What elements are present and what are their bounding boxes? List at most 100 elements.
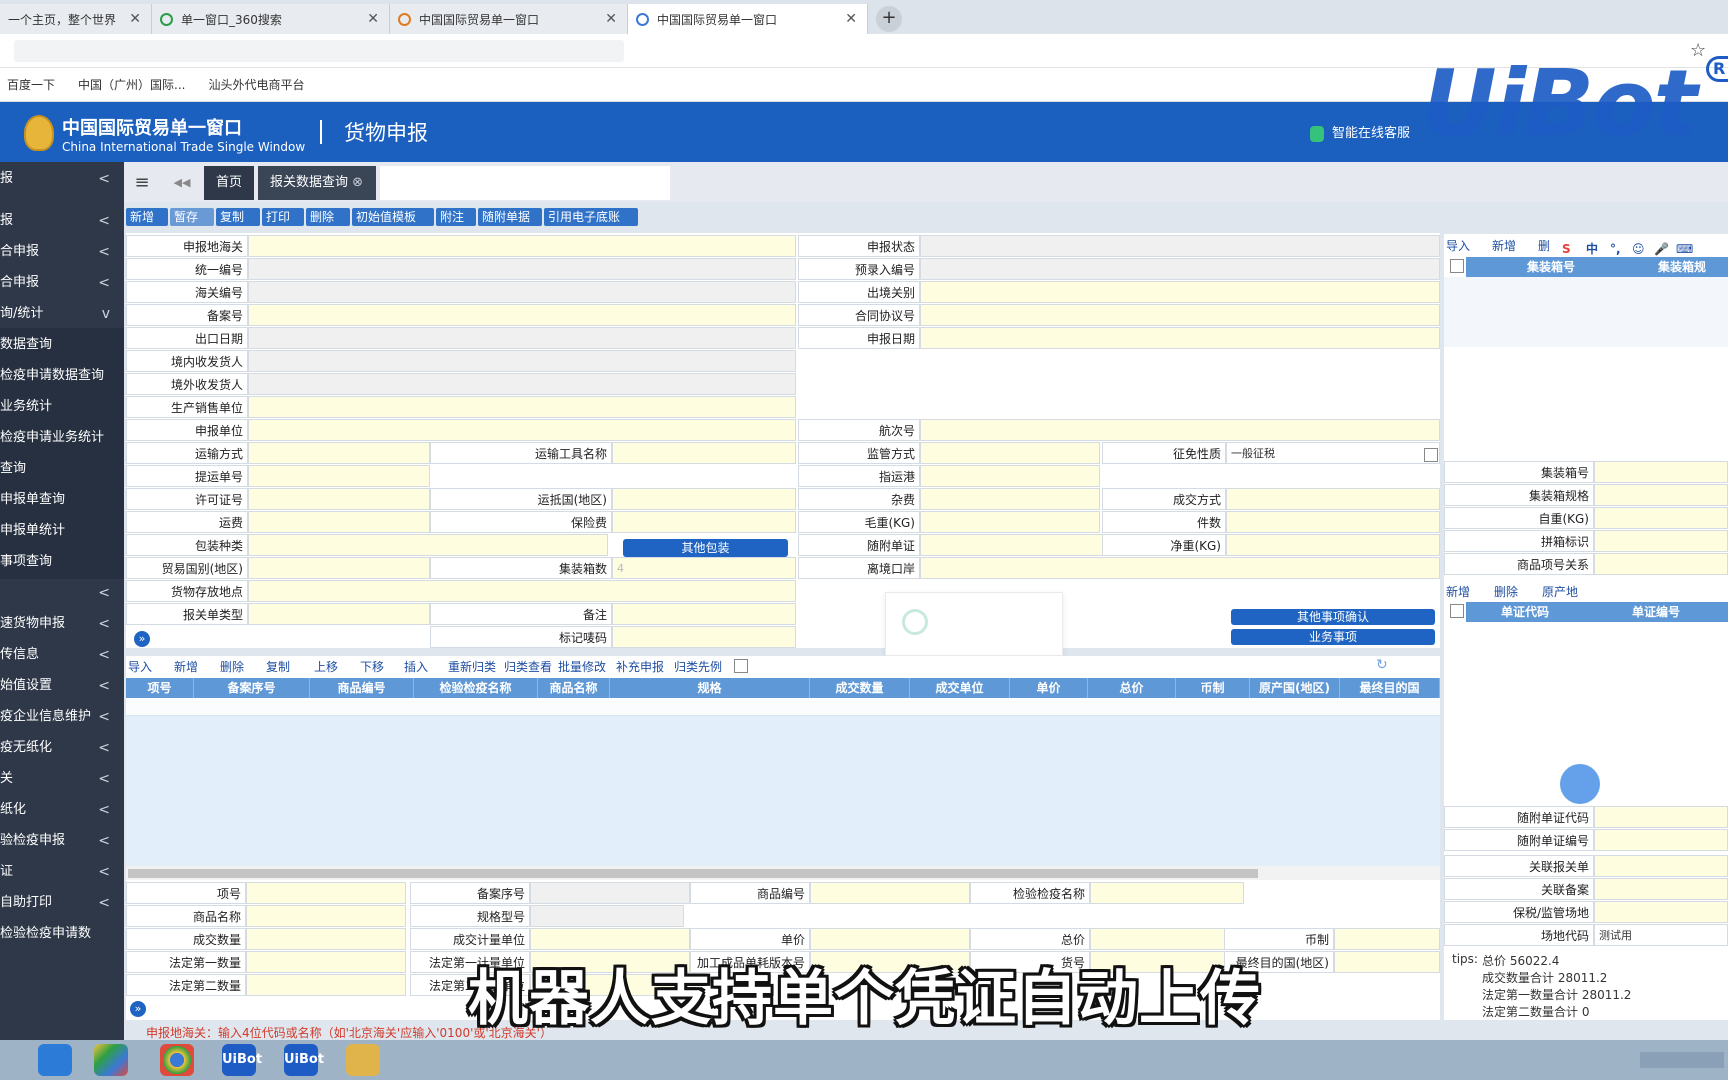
form-field[interactable] — [612, 603, 796, 625]
sidebar-item[interactable]: 疫无纸化 < — [0, 731, 124, 765]
sidebar-item[interactable]: 合申报 < — [0, 235, 124, 269]
sidebar-item[interactable]: 申报单统计 — [0, 514, 124, 548]
detail-field[interactable] — [246, 974, 406, 996]
sidebar-item[interactable]: 自助打印 < — [0, 886, 124, 920]
online-service-link[interactable]: 智能在线客服 — [1310, 122, 1410, 142]
grid-tool-button[interactable]: 补充申报 — [616, 659, 664, 675]
detail-field[interactable] — [530, 928, 690, 950]
grid-tool-button[interactable]: 归类先例 — [674, 659, 722, 675]
doc-tool-button[interactable]: 原产地 — [1542, 583, 1578, 601]
container-field[interactable] — [1594, 530, 1728, 552]
sidebar-item[interactable]: 速货物申报 < — [0, 607, 124, 641]
detail-field[interactable] — [1090, 882, 1244, 904]
form-field[interactable] — [248, 304, 796, 326]
sidebar-item[interactable]: 关 < — [0, 762, 124, 796]
floating-assistant-icon[interactable] — [1560, 764, 1600, 804]
form-field[interactable] — [248, 580, 796, 602]
sidebar-item[interactable]: 申报单查询 — [0, 483, 124, 517]
other-confirm-button[interactable]: 其他事项确认 — [1231, 609, 1435, 625]
new-tab-button[interactable]: + — [876, 6, 902, 32]
sidebar-item[interactable]: 纸化 < — [0, 793, 124, 827]
sidebar-item[interactable]: 传信息 < — [0, 638, 124, 672]
table-row[interactable] — [126, 698, 1440, 716]
form-field[interactable]: 一般征税 — [1226, 442, 1440, 464]
container-tool-button[interactable]: 删 — [1538, 237, 1550, 255]
detail-field[interactable] — [530, 882, 690, 904]
form-field[interactable] — [248, 465, 430, 487]
sidebar-item[interactable]: 证 < — [0, 855, 124, 889]
form-field[interactable] — [920, 304, 1440, 326]
toolbar-button[interactable]: 复制 — [216, 208, 260, 226]
grid-tool-button[interactable]: 插入 — [404, 659, 428, 675]
browser-tab-1[interactable]: 一个主页，整个世界 ✕ — [0, 4, 152, 34]
form-field[interactable] — [920, 235, 1440, 257]
taskbar-files-icon[interactable] — [346, 1044, 380, 1076]
detail-field[interactable] — [246, 951, 406, 973]
tab-close-icon[interactable]: ✕ — [605, 11, 617, 27]
detail-field[interactable] — [1334, 951, 1440, 973]
toolbar-button[interactable]: 随附单据 — [478, 208, 542, 226]
detail-expand-icon[interactable]: » — [130, 1001, 146, 1017]
other-field[interactable] — [1594, 901, 1728, 923]
toolbar-button[interactable]: 打印 — [262, 208, 304, 226]
tab-home[interactable]: 首页 — [204, 166, 254, 200]
form-field[interactable] — [248, 603, 430, 625]
address-bar[interactable] — [14, 40, 624, 62]
detail-field[interactable] — [246, 905, 406, 927]
container-tool-button[interactable]: 新增 — [1492, 237, 1516, 255]
form-field[interactable] — [248, 235, 796, 257]
form-field[interactable] — [248, 419, 796, 441]
container-tool-button[interactable]: 导入 — [1446, 237, 1470, 255]
bookmark-shantou[interactable]: 汕头外代电商平台 — [208, 76, 304, 93]
sidebar-item[interactable]: 查询 — [0, 452, 124, 486]
form-field[interactable] — [1226, 511, 1440, 533]
bookmark-baidu[interactable]: 百度一下 — [7, 76, 55, 93]
taskbar-360-icon[interactable] — [94, 1044, 128, 1076]
classify-example-checkbox[interactable] — [734, 659, 748, 673]
toolbar-button[interactable]: 引用电子底账 — [544, 208, 638, 226]
system-tray[interactable] — [1640, 1052, 1724, 1068]
sidebar-item[interactable]: 询/统计 v — [0, 297, 124, 331]
sidebar-item[interactable]: 验检疫申报 < — [0, 824, 124, 858]
grid-tool-button[interactable]: 导入 — [128, 659, 152, 675]
form-field[interactable] — [920, 258, 1440, 280]
other-field[interactable] — [1594, 855, 1728, 877]
ime-icon[interactable]: ☺ — [1632, 240, 1645, 258]
tabs-back-icon[interactable]: ◀◀ — [160, 166, 204, 200]
scrollbar-thumb[interactable] — [128, 869, 1258, 878]
grid-tool-button[interactable]: 上移 — [314, 659, 338, 675]
form-field[interactable] — [920, 488, 1100, 510]
form-field[interactable] — [612, 511, 796, 533]
form-field[interactable] — [248, 327, 796, 349]
taskbar-uibot-icon-2[interactable]: UiBot — [284, 1044, 324, 1076]
browser-tab-4-active[interactable]: 中国国际贸易单一窗口 ✕ — [628, 4, 868, 34]
doc-select-all[interactable] — [1450, 604, 1464, 618]
container-field[interactable] — [1594, 553, 1728, 575]
other-field[interactable] — [1594, 878, 1728, 900]
browser-tab-3[interactable]: 中国国际贸易单一窗口 ✕ — [390, 4, 628, 34]
ime-icon[interactable]: °, — [1610, 240, 1621, 258]
tab-close-icon[interactable]: ⊗ — [352, 175, 363, 190]
ime-icon[interactable]: S — [1562, 240, 1571, 258]
bookmark-guangzhou[interactable]: 中国（广州）国际... — [78, 76, 185, 93]
form-field[interactable] — [248, 373, 796, 395]
sidebar-item[interactable]: 检疫申请业务统计 — [0, 421, 124, 455]
sidebar-item[interactable]: 事项查询 — [0, 545, 124, 579]
menu-toggle-icon[interactable]: ≡ — [124, 166, 160, 200]
grid-tool-button[interactable]: 下移 — [360, 659, 384, 675]
doc-tool-button[interactable]: 删除 — [1494, 583, 1518, 601]
container-field[interactable] — [1594, 507, 1728, 529]
form-field[interactable]: 4 — [612, 557, 796, 579]
taskbar-chrome-icon[interactable] — [160, 1044, 194, 1076]
form-field[interactable] — [920, 557, 1440, 579]
detail-field[interactable] — [810, 882, 970, 904]
detail-field[interactable] — [246, 882, 406, 904]
sidebar-item[interactable]: 始值设置 < — [0, 669, 124, 703]
form-field[interactable] — [248, 442, 430, 464]
sidebar-item[interactable]: 合申报 < — [0, 266, 124, 300]
taskbar-uibot-icon[interactable]: UiBot — [222, 1044, 262, 1076]
grid-tool-button[interactable]: 归类查看 — [504, 659, 552, 675]
sidebar-item[interactable]: 报 < — [0, 204, 124, 238]
ime-icon[interactable]: 🎤 — [1654, 240, 1669, 258]
business-items-button[interactable]: 业务事项 — [1231, 629, 1435, 645]
